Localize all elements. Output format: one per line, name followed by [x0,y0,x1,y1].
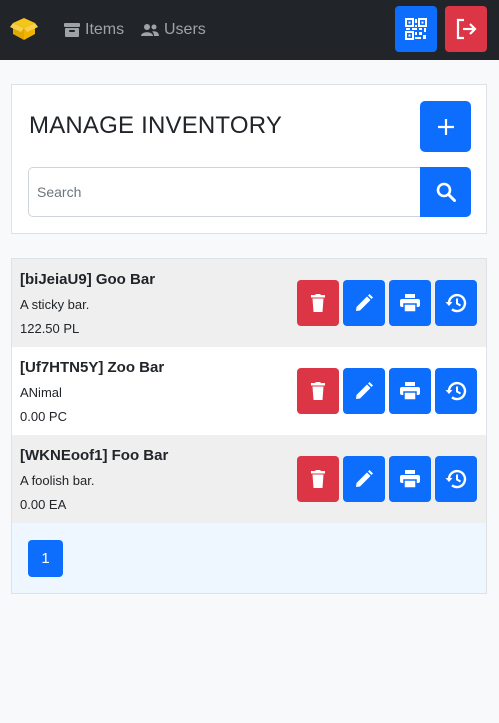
history-icon [445,293,467,313]
logout-icon [456,18,477,40]
inventory-header-card: MANAGE INVENTORY [11,84,487,234]
print-button[interactable] [389,280,431,326]
print-button[interactable] [389,456,431,502]
archive-icon [64,23,80,37]
logout-button[interactable] [445,6,487,52]
item-title: [Uf7HTN5Y] Zoo Bar [20,359,165,376]
history-icon [445,469,467,489]
pencil-icon [356,294,373,311]
printer-icon [400,470,420,488]
edit-button[interactable] [343,456,385,502]
qr-scan-button[interactable] [395,6,437,52]
printer-icon [400,382,420,400]
item-title: [biJeiaU9] Goo Bar [20,271,156,288]
item-title: [WKNEoof1] Foo Bar [20,447,169,464]
list-item: [WKNEoof1] Foo Bar A foolish bar. 0.00 E… [12,435,486,523]
trash-icon [311,382,325,400]
delete-button[interactable] [297,368,339,414]
item-quantity: 0.00 EA [20,497,67,512]
qr-code-icon [405,18,427,40]
search-icon [436,182,456,202]
history-icon [445,381,467,401]
item-description: ANimal [20,385,62,400]
history-button[interactable] [435,368,477,414]
users-icon [141,24,159,36]
navbar: Items Users [0,0,499,60]
print-button[interactable] [389,368,431,414]
pencil-icon [356,382,373,399]
delete-button[interactable] [297,280,339,326]
pagination-page-button[interactable]: 1 [28,540,63,577]
item-description: A sticky bar. [20,297,90,312]
edit-button[interactable] [343,368,385,414]
add-item-button[interactable] [420,101,471,152]
nav-link-label: Items [85,21,125,38]
nav-link-users[interactable]: Users [141,19,206,41]
list-item: [Uf7HTN5Y] Zoo Bar ANimal 0.00 PC [12,347,486,435]
trash-icon [311,294,325,312]
box-open-icon[interactable] [10,15,38,43]
pencil-icon [356,470,373,487]
item-quantity: 0.00 PC [20,409,67,424]
list-item: [biJeiaU9] Goo Bar A sticky bar. 122.50 … [12,259,486,347]
search-input[interactable] [28,167,420,217]
trash-icon [311,470,325,488]
history-button[interactable] [435,456,477,502]
edit-button[interactable] [343,280,385,326]
nav-link-items[interactable]: Items [64,19,124,41]
item-quantity: 122.50 PL [20,321,80,336]
plus-icon [437,118,454,135]
item-list: [biJeiaU9] Goo Bar A sticky bar. 122.50 … [11,258,487,594]
search-button[interactable] [420,167,471,217]
page-title: MANAGE INVENTORY [29,112,283,139]
printer-icon [400,294,420,312]
nav-link-label: Users [164,21,206,38]
history-button[interactable] [435,280,477,326]
delete-button[interactable] [297,456,339,502]
item-description: A foolish bar. [20,473,95,488]
